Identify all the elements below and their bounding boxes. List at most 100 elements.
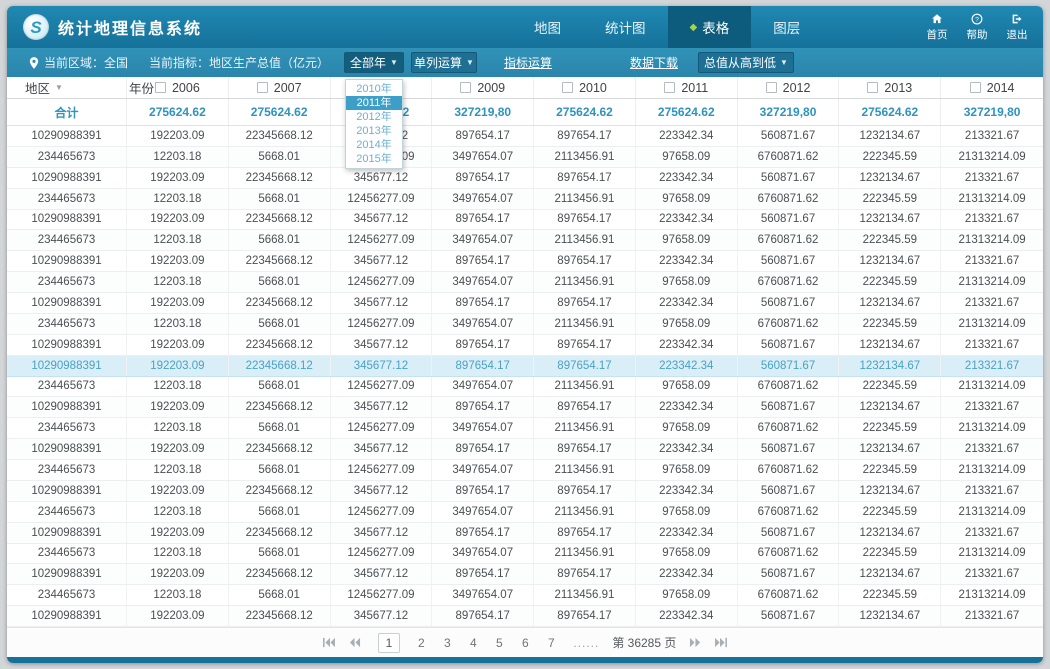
total-row[interactable]: 合计 275624.62275624.62275624.62327219,802…	[7, 99, 1043, 126]
page-number[interactable]: 4	[468, 636, 478, 650]
table-row[interactable]: 10290988391192203.0922345668.12345677.12…	[7, 606, 1043, 627]
cell: 22345668.12	[229, 606, 331, 626]
cell: 10290988391	[7, 335, 127, 355]
first-page-button[interactable]	[322, 637, 336, 648]
year-filter-button[interactable]: 全部年	[344, 52, 404, 73]
table-row[interactable]: 23446567312203.185668.0112456277.0934976…	[7, 544, 1043, 565]
year-checkbox[interactable]	[562, 82, 573, 93]
cell: 97658.09	[636, 377, 738, 397]
cell: 3497654.07	[432, 377, 534, 397]
page-number[interactable]: 6	[520, 636, 530, 650]
cell: 234465673	[7, 544, 127, 564]
year-checkbox[interactable]	[867, 82, 878, 93]
last-page-button[interactable]	[714, 637, 728, 648]
table-row[interactable]: 10290988391192203.0922345668.12345677.12…	[7, 564, 1043, 585]
cell: 234465673	[7, 189, 127, 209]
fast-backward-button[interactable]	[349, 637, 361, 648]
nav-tab-label: 地图	[534, 17, 561, 37]
cell: 12456277.09	[331, 585, 433, 605]
table-row[interactable]: 23446567312203.185668.0112456277.0934976…	[7, 585, 1043, 606]
cell: 12203.18	[127, 544, 229, 564]
year-option[interactable]: 2014年	[346, 138, 402, 152]
cell: 222345.59	[839, 585, 941, 605]
table-row[interactable]: 23446567312203.185668.0112456277.0934976…	[7, 460, 1043, 481]
year-checkbox[interactable]	[766, 82, 777, 93]
cell: 12203.18	[127, 377, 229, 397]
table-row[interactable]: 23446567312203.185668.0112456277.0934976…	[7, 314, 1043, 335]
cell: 222345.59	[839, 314, 941, 334]
quick-link-home[interactable]: 首页	[921, 12, 953, 42]
cell: 223342.34	[636, 606, 738, 626]
table-row[interactable]: 23446567312203.185668.0112456277.0934976…	[7, 377, 1043, 398]
cell: 897654.17	[432, 481, 534, 501]
page-number[interactable]: 3	[442, 636, 452, 650]
table-row[interactable]: 10290988391192203.0922345668.12345677.12…	[7, 210, 1043, 231]
year-option[interactable]: 2013年	[346, 124, 402, 138]
cell: 5668.01	[229, 314, 331, 334]
year-option[interactable]: 2012年	[346, 110, 402, 124]
nav-tab-map[interactable]: 地图	[512, 6, 583, 48]
table-row[interactable]: 10290988391192203.0922345668.12345677.12…	[7, 481, 1043, 502]
cell: 6760871.62	[738, 189, 840, 209]
year-checkbox[interactable]	[460, 82, 471, 93]
cell: 223342.34	[636, 210, 738, 230]
table-row[interactable]: 10290988391192203.0922345668.12345677.12…	[7, 439, 1043, 460]
single-column-operation-button[interactable]: 单列运算	[411, 52, 477, 73]
year-checkbox[interactable]	[664, 82, 675, 93]
current-region-label: 当前区域：全国	[44, 54, 128, 71]
cell: 6760871.62	[738, 377, 840, 397]
nav-tab-layers[interactable]: 图层	[751, 6, 822, 48]
cell: 192203.09	[127, 523, 229, 543]
table-row[interactable]: 10290988391192203.0922345668.12345677.12…	[7, 126, 1043, 147]
table-row[interactable]: 23446567312203.185668.0112456277.0934976…	[7, 502, 1043, 523]
table-row[interactable]: 23446567312203.185668.0112456277.0934976…	[7, 272, 1043, 293]
table-row[interactable]: 10290988391192203.0922345668.12345677.12…	[7, 251, 1043, 272]
table-row[interactable]: 10290988391192203.0922345668.12345677.12…	[7, 168, 1043, 189]
region-column-header[interactable]: 地区	[7, 77, 127, 98]
year-option[interactable]: 2011年	[346, 96, 402, 110]
year-label: 2010	[579, 81, 607, 95]
year-checkbox[interactable]	[155, 82, 166, 93]
svg-text:?: ?	[975, 16, 979, 23]
table-row[interactable]: 23446567312203.185668.0112456277.0934976…	[7, 418, 1043, 439]
cell: 213321.67	[941, 293, 1043, 313]
page-number[interactable]: 2	[416, 636, 426, 650]
nav-tab-table[interactable]: ◆表格	[668, 6, 752, 48]
top-header: S 统计地理信息系统 地图统计图◆表格图层 首页?帮助退出	[7, 6, 1043, 48]
table-row[interactable]: 10290988391192203.0922345668.12345677.12…	[7, 335, 1043, 356]
table-row[interactable]: 23446567312203.185668.0112456277.0934976…	[7, 147, 1043, 168]
cell: 97658.09	[636, 189, 738, 209]
cell: 10290988391	[7, 210, 127, 230]
year-checkbox[interactable]	[970, 82, 981, 93]
cell: 897654.17	[432, 564, 534, 584]
table-row[interactable]: 10290988391192203.0922345668.12345677.12…	[7, 523, 1043, 544]
year-option[interactable]: 2010年	[346, 82, 402, 96]
table-row[interactable]: 23446567312203.185668.0112456277.0934976…	[7, 230, 1043, 251]
table-row[interactable]: 23446567312203.185668.0112456277.0934976…	[7, 189, 1043, 210]
cell: 12456277.09	[331, 314, 433, 334]
table-row[interactable]: 10290988391192203.0922345668.12345677.12…	[7, 293, 1043, 314]
cell: 21313214.09	[941, 230, 1043, 250]
cell: 560871.67	[738, 523, 840, 543]
data-download-link[interactable]: 数据下载	[630, 48, 678, 77]
cell: 222345.59	[839, 189, 941, 209]
quick-link-exit[interactable]: 退出	[1001, 12, 1033, 42]
page-number[interactable]: 7	[546, 636, 556, 650]
nav-tab-chart[interactable]: 统计图	[583, 6, 668, 48]
table-row[interactable]: 10290988391192203.0922345668.12345677.12…	[7, 356, 1043, 377]
quick-link-help[interactable]: ?帮助	[961, 12, 993, 42]
year-label: 2007	[274, 81, 302, 95]
indicator-operation-link[interactable]: 指标运算	[504, 48, 552, 77]
cell: 6760871.62	[738, 544, 840, 564]
year-checkbox[interactable]	[257, 82, 268, 93]
page-number[interactable]: 5	[494, 636, 504, 650]
cell: 897654.17	[534, 439, 636, 459]
cell: 12456277.09	[331, 502, 433, 522]
cell: 560871.67	[738, 356, 840, 376]
single-column-operation-label: 单列运算	[414, 54, 462, 71]
page-number[interactable]: 1	[378, 633, 401, 653]
year-option[interactable]: 2015年	[346, 152, 402, 166]
fast-forward-button[interactable]	[689, 637, 701, 648]
table-row[interactable]: 10290988391192203.0922345668.12345677.12…	[7, 397, 1043, 418]
sort-order-button[interactable]: 总值从高到低	[698, 52, 794, 73]
